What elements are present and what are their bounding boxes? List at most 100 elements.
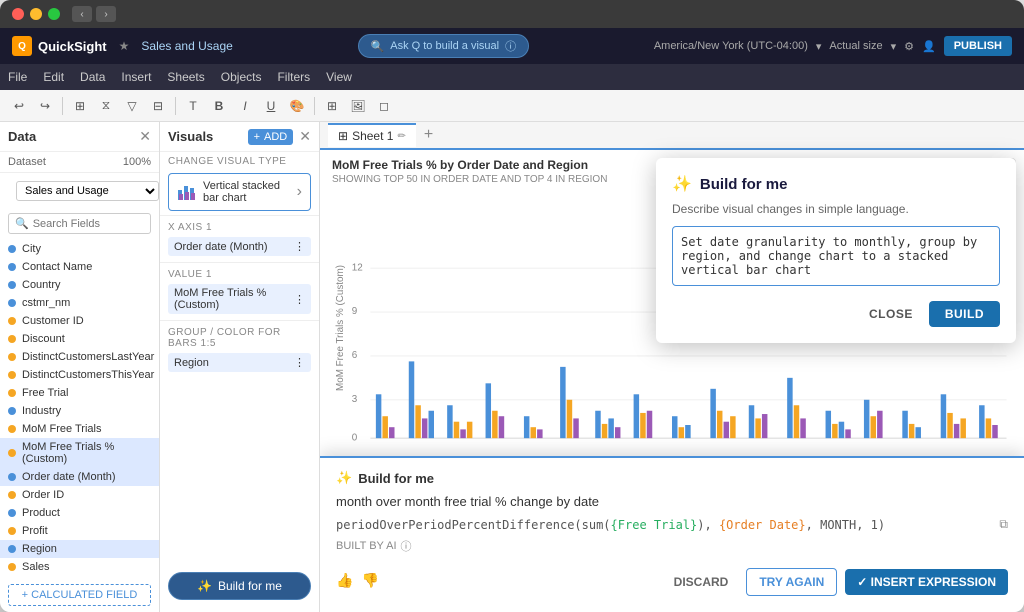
back-button[interactable]: ‹ <box>72 6 92 22</box>
field-item-industry[interactable]: Industry <box>0 402 159 420</box>
close-traffic-light[interactable] <box>12 8 24 20</box>
funnel-icon[interactable]: ▽ <box>121 95 143 117</box>
timezone-label: America/New York (UTC-04:00) <box>654 40 808 52</box>
add-sheet-button[interactable]: + <box>420 126 437 144</box>
field-item-country[interactable]: Country <box>0 276 159 294</box>
redo-icon[interactable]: ↪ <box>34 95 56 117</box>
field-dot-order-date <box>8 473 16 481</box>
field-item-order-date[interactable]: Order date (Month) <box>0 468 159 486</box>
bold-icon[interactable]: B <box>208 95 230 117</box>
data-panel-close-icon[interactable]: ✕ <box>139 128 151 145</box>
thumbs-down-button[interactable]: 👎 <box>361 572 378 589</box>
table-icon[interactable]: ⊞ <box>69 95 91 117</box>
ask-q-button[interactable]: 🔍 Ask Q to build a visual ⓘ <box>358 34 530 58</box>
menu-filters[interactable]: Filters <box>277 70 310 84</box>
field-item-customer-id[interactable]: Customer ID <box>0 312 159 330</box>
field-list: City Contact Name Country cstmr_nm Custo… <box>0 238 159 578</box>
menu-file[interactable]: File <box>8 70 27 84</box>
menu-view[interactable]: View <box>326 70 352 84</box>
group-field-menu-icon[interactable]: ⋮ <box>294 356 305 369</box>
field-label-discount: Discount <box>22 333 65 345</box>
calculated-field-button[interactable]: + CALCULATED FIELD <box>8 584 151 606</box>
dataset-select[interactable]: Sales and Usage <box>16 181 159 201</box>
thumbs-up-button[interactable]: 👍 <box>336 572 353 589</box>
italic-icon[interactable]: I <box>234 95 256 117</box>
field-item-free-trial[interactable]: Free Trial <box>0 384 159 402</box>
copy-icon[interactable]: ⧉ <box>999 517 1008 532</box>
minimize-traffic-light[interactable] <box>30 8 42 20</box>
actual-size-label[interactable]: Actual size <box>829 40 882 52</box>
field-label-free-trial: Free Trial <box>22 387 68 399</box>
add-visual-button[interactable]: + ADD <box>248 129 294 145</box>
menu-edit[interactable]: Edit <box>43 70 64 84</box>
field-label-customer-id: Customer ID <box>22 315 84 327</box>
layout-icon[interactable]: ⊟ <box>147 95 169 117</box>
bfm-built-by: BUILT BY AI ⓘ <box>336 538 1008 554</box>
fullscreen-traffic-light[interactable] <box>48 8 60 20</box>
field-item-contact[interactable]: Contact Name <box>0 258 159 276</box>
bar-15-orange <box>909 424 914 438</box>
x-axis-field-menu-icon[interactable]: ⋮ <box>294 240 305 253</box>
menu-insert[interactable]: Insert <box>121 70 151 84</box>
field-label-dist-this: DistinctCustomersThisYear <box>22 369 154 381</box>
field-item-discount[interactable]: Discount <box>0 330 159 348</box>
account-icon[interactable]: 👤 <box>922 40 936 53</box>
shapes-icon[interactable]: ◻ <box>373 95 395 117</box>
field-item-sales[interactable]: Sales <box>0 558 159 576</box>
value-field[interactable]: MoM Free Trials % (Custom) ⋮ <box>168 284 311 314</box>
field-item-product[interactable]: Product <box>0 504 159 522</box>
field-item-profit[interactable]: Profit <box>0 522 159 540</box>
popup-build-button[interactable]: BUILD <box>929 301 1000 327</box>
field-item-region[interactable]: Region <box>0 540 159 558</box>
insert-expression-button[interactable]: ✓ INSERT EXPRESSION <box>845 569 1008 595</box>
settings-icon[interactable]: ⚙ <box>904 40 914 53</box>
group-field[interactable]: Region ⋮ <box>168 353 311 372</box>
value-field-menu-icon[interactable]: ⋮ <box>294 293 305 306</box>
underline-icon[interactable]: U <box>260 95 282 117</box>
field-item-cstmr[interactable]: cstmr_nm <box>0 294 159 312</box>
traffic-lights <box>12 8 60 20</box>
field-item-dist-last[interactable]: DistinctCustomersLastYear <box>0 348 159 366</box>
field-item-mom-custom[interactable]: MoM Free Trials % (Custom) <box>0 438 159 468</box>
ask-q-icon: 🔍 <box>371 40 385 53</box>
build-for-me-button[interactable]: ✨ Build for me <box>168 572 311 600</box>
window-chrome: ‹ › Q QuickSight ★ Sales and Usage 🔍 Ask… <box>0 0 1024 612</box>
publish-button[interactable]: PUBLISH <box>944 36 1012 56</box>
grid-icon[interactable]: ⊞ <box>321 95 343 117</box>
sheet-tab-1[interactable]: ⊞ Sheet 1 ✏ <box>328 123 416 147</box>
expr-middle: ), <box>697 518 719 532</box>
field-label-industry: Industry <box>22 405 61 417</box>
image-icon[interactable]: 🖼 <box>347 95 369 117</box>
menu-data[interactable]: Data <box>80 70 105 84</box>
undo-icon[interactable]: ↩ <box>8 95 30 117</box>
data-panel: Data ✕ Dataset 100% Sales and Usage 🔍 Ci… <box>0 122 160 612</box>
popup-textarea[interactable] <box>672 226 1000 286</box>
bfm-expression: periodOverPeriodPercentDifference(sum({F… <box>336 517 1008 532</box>
try-again-button[interactable]: TRY AGAIN <box>746 568 837 596</box>
menu-objects[interactable]: Objects <box>221 70 262 84</box>
field-item-mom[interactable]: MoM Free Trials <box>0 420 159 438</box>
x-axis-field[interactable]: Order date (Month) ⋮ <box>168 237 311 256</box>
bfm-feedback: 👍 👎 DISCARD TRY AGAIN ✓ INSERT EXPRESSIO… <box>336 564 1008 596</box>
popup-close-button[interactable]: CLOSE <box>861 301 921 327</box>
forward-button[interactable]: › <box>96 6 116 22</box>
color-icon[interactable]: 🎨 <box>286 95 308 117</box>
filter-icon[interactable]: ⧖ <box>95 95 117 117</box>
sheet-tab-icon: ⊞ <box>338 129 348 143</box>
breadcrumb-link[interactable]: Sales and Usage <box>141 39 232 53</box>
field-dot-order-id <box>8 491 16 499</box>
field-label-region: Region <box>22 543 57 555</box>
search-input[interactable] <box>33 218 144 230</box>
visual-type-item[interactable]: Vertical stacked bar chart › <box>168 173 311 211</box>
field-dot-sales <box>8 563 16 571</box>
field-item-dist-this[interactable]: DistinctCustomersThisYear <box>0 366 159 384</box>
visuals-panel-close-icon[interactable]: ✕ <box>299 128 311 145</box>
field-item-city[interactable]: City <box>0 240 159 258</box>
field-item-order-id[interactable]: Order ID <box>0 486 159 504</box>
bar-4-neg <box>499 416 504 438</box>
bar-8-orange <box>640 413 645 438</box>
discard-button[interactable]: DISCARD <box>664 569 739 595</box>
menu-sheets[interactable]: Sheets <box>167 70 204 84</box>
text-icon[interactable]: T <box>182 95 204 117</box>
visual-type-content: Vertical stacked bar chart <box>177 180 297 204</box>
